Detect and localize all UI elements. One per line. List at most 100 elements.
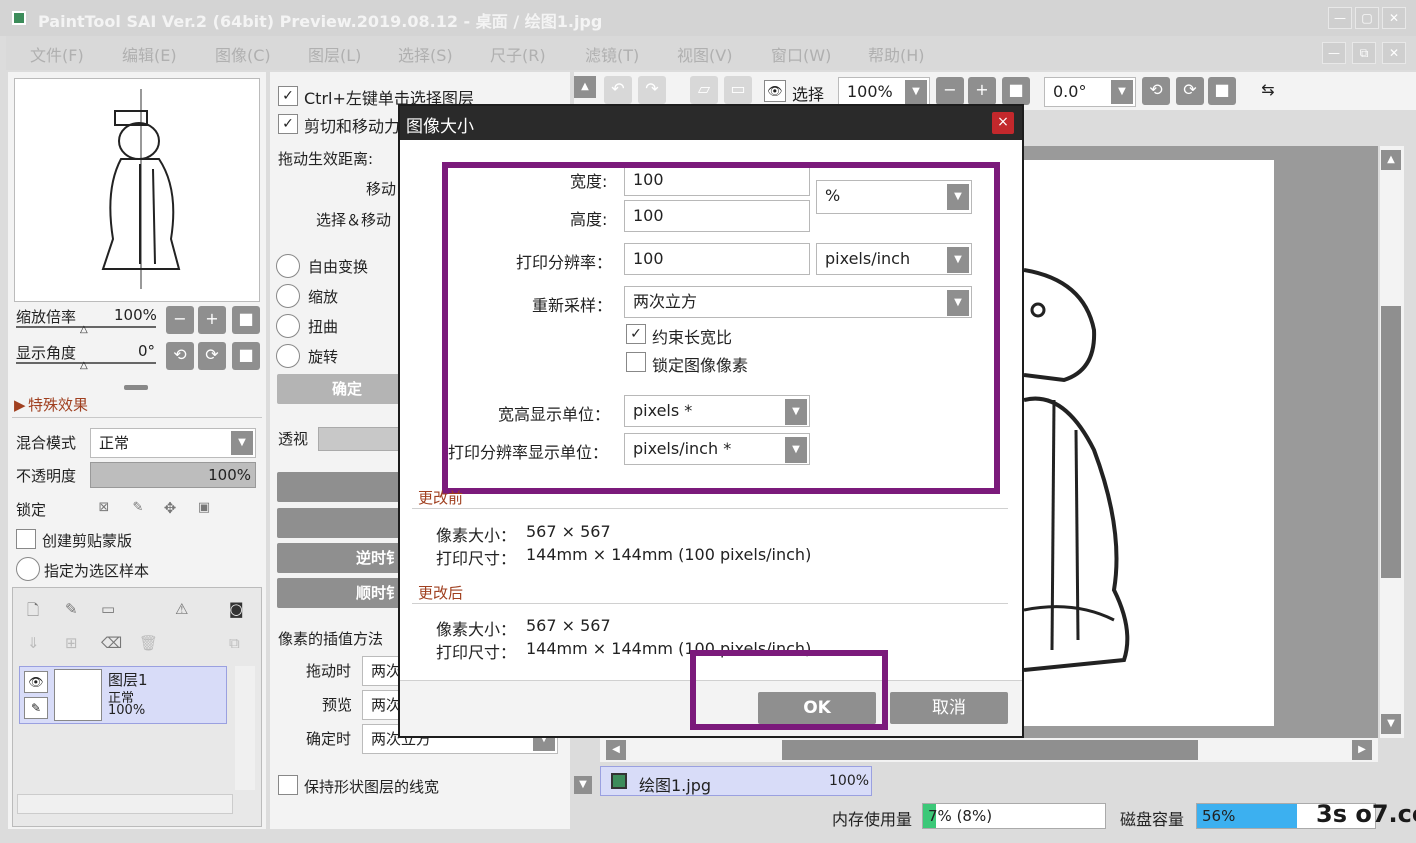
selection-sample-radio[interactable] <box>16 557 40 581</box>
fx-label[interactable]: 特殊效果 <box>28 394 88 415</box>
layer-scrollbar[interactable] <box>235 666 255 790</box>
merge-icon[interactable]: ⊞ <box>65 634 78 652</box>
rotate-left-button[interactable]: ⟲ <box>166 342 194 370</box>
toolbar-zoom-in-button[interactable]: + <box>968 77 996 105</box>
zoom-slider-handle[interactable]: △ <box>80 324 88 335</box>
rotate-ccw-button[interactable]: 逆时钅 <box>277 543 407 573</box>
flip-h-button[interactable] <box>277 472 407 502</box>
cancel-button[interactable]: 取消 <box>890 692 1008 724</box>
toolbar-rotate-right-button[interactable]: ⟳ <box>1176 77 1204 105</box>
after-print-label: 打印尺寸： <box>436 643 517 662</box>
doc-close-button[interactable]: ✕ <box>1382 42 1406 64</box>
panel-splitter[interactable] <box>124 385 148 390</box>
delete-layer-icon[interactable]: 🗑 <box>139 634 158 652</box>
lock-transparency-icon[interactable]: ⊠ <box>92 496 116 520</box>
document-tab[interactable]: 绘图1.jpg 100% <box>600 766 872 796</box>
canvas-vscrollbar[interactable]: ▲ ▼ <box>1380 146 1404 738</box>
clear-layer-icon[interactable]: ⌫ <box>101 634 122 652</box>
opacity-slider[interactable]: 100% <box>90 462 256 488</box>
scroll-right-icon[interactable]: ▶ <box>1352 740 1372 760</box>
toolbar-rotate-left-button[interactable]: ⟲ <box>1142 77 1170 105</box>
new-pen-layer-icon[interactable]: ✎ <box>65 600 78 618</box>
highlight-box-ok <box>690 650 888 730</box>
rotate-cw-button[interactable]: 顺时钅 <box>277 578 407 608</box>
menu-help[interactable]: 帮助(H) <box>868 42 925 66</box>
flip-v-button[interactable] <box>277 508 407 538</box>
panel-scroll-down[interactable]: ▼ <box>574 776 592 794</box>
navigator-preview[interactable] <box>14 78 260 302</box>
menu-layer[interactable]: 图层(L) <box>308 42 361 66</box>
scroll-up-icon[interactable]: ▲ <box>574 76 596 98</box>
angle-slider-handle[interactable]: △ <box>80 360 88 371</box>
scroll-down-icon[interactable]: ▼ <box>1381 714 1401 734</box>
menu-filter[interactable]: 滤镜(T) <box>585 42 639 66</box>
memory-label: 内存使用量 <box>832 810 913 829</box>
minimize-button[interactable]: — <box>1328 7 1352 29</box>
doc-restore-button[interactable]: ⧉ <box>1352 42 1376 64</box>
vscroll-thumb[interactable] <box>1381 306 1401 578</box>
scroll-left-icon[interactable]: ◀ <box>606 740 626 760</box>
zoom-reset-button[interactable]: ■ <box>232 306 260 334</box>
eye-icon[interactable]: 👁 <box>764 80 786 102</box>
scale-radio[interactable] <box>276 284 300 308</box>
scroll-up-icon[interactable]: ▲ <box>1381 150 1401 170</box>
layer-effect-icon[interactable]: ⚠ <box>175 600 188 618</box>
menu-file[interactable]: 文件(F) <box>30 42 84 66</box>
rotate-reset-button[interactable]: ■ <box>232 342 260 370</box>
undo-button[interactable]: ↶ <box>604 76 632 104</box>
new-layer-icon[interactable]: 🗋 <box>27 600 39 625</box>
layer-hscrollbar[interactable] <box>17 794 233 814</box>
hscroll-thumb[interactable] <box>782 740 1198 760</box>
maximize-button[interactable]: ▢ <box>1355 7 1379 29</box>
canvas-page[interactable] <box>1024 160 1274 726</box>
pencil-icon[interactable]: ✎ <box>24 697 48 719</box>
zoom-select[interactable]: 100% ▼ <box>838 77 930 107</box>
distort-radio[interactable] <box>276 314 300 338</box>
lock-all-icon[interactable]: ▣ <box>192 496 216 520</box>
close-button[interactable]: ✕ <box>1382 7 1406 29</box>
keep-linewidth-checkbox[interactable] <box>278 775 298 795</box>
transform-ok-button[interactable]: 确定 <box>277 374 417 404</box>
free-transform-radio[interactable] <box>276 254 300 278</box>
ctrl-select-checkbox[interactable]: ✓ <box>278 86 298 106</box>
merge-down-icon[interactable]: ⇓ <box>27 634 40 652</box>
canvas-figure <box>1024 268 1130 672</box>
layer-mask-icon[interactable]: ◙ <box>229 600 244 618</box>
menu-ruler[interactable]: 尺子(R) <box>490 42 546 66</box>
toolbar-zoom-out-button[interactable]: − <box>936 77 964 105</box>
menu-view[interactable]: 视图(V) <box>677 42 732 66</box>
redo-button[interactable]: ↷ <box>638 76 666 104</box>
menu-edit[interactable]: 编辑(E) <box>122 42 177 66</box>
zoom-value: 100% <box>114 306 157 324</box>
eye-icon[interactable]: 👁 <box>24 671 48 693</box>
menu-select[interactable]: 选择(S) <box>398 42 453 66</box>
invert-select-button[interactable]: ▭ <box>724 76 752 104</box>
rotate-right-button[interactable]: ⟳ <box>198 342 226 370</box>
lock-paint-icon[interactable]: ✎ <box>126 496 150 520</box>
blend-mode-select[interactable]: 正常 ▼ <box>90 428 256 458</box>
angle-select[interactable]: 0.0° ▼ <box>1044 77 1136 107</box>
menu-window[interactable]: 窗口(W) <box>771 42 831 66</box>
doc-minimize-button[interactable]: — <box>1322 42 1346 64</box>
cut-move-checkbox[interactable]: ✓ <box>278 114 298 134</box>
menu-image[interactable]: 图像(C) <box>215 42 271 66</box>
lock-move-icon[interactable]: ✥ <box>158 496 182 520</box>
deselect-button[interactable]: ▱ <box>690 76 718 104</box>
layer-lock-icon[interactable]: ⧉ <box>229 634 240 652</box>
divider <box>412 603 1008 604</box>
toolbar-rotate-reset-button[interactable]: ■ <box>1208 77 1236 105</box>
zoom-in-button[interactable]: + <box>198 306 226 334</box>
toolbar-zoom-reset-button[interactable]: ■ <box>1002 77 1030 105</box>
fx-arrow-icon[interactable]: ▶ <box>14 396 26 414</box>
dialog-close-button[interactable]: × <box>992 112 1014 134</box>
new-folder-icon[interactable]: ▭ <box>101 600 115 618</box>
perspective-label: 透视 <box>278 430 309 448</box>
rotate-radio[interactable] <box>276 344 300 368</box>
layer-row[interactable]: 👁 ✎ 图层1 正常 100% <box>19 666 227 724</box>
app-icon <box>12 11 26 25</box>
clipping-mask-checkbox[interactable] <box>16 529 36 549</box>
perspective-slider[interactable] <box>318 427 408 451</box>
canvas-hscrollbar[interactable]: ◀ ▶ <box>600 738 1378 762</box>
flip-view-icon[interactable]: ⇆ <box>1254 77 1282 105</box>
zoom-out-button[interactable]: − <box>166 306 194 334</box>
